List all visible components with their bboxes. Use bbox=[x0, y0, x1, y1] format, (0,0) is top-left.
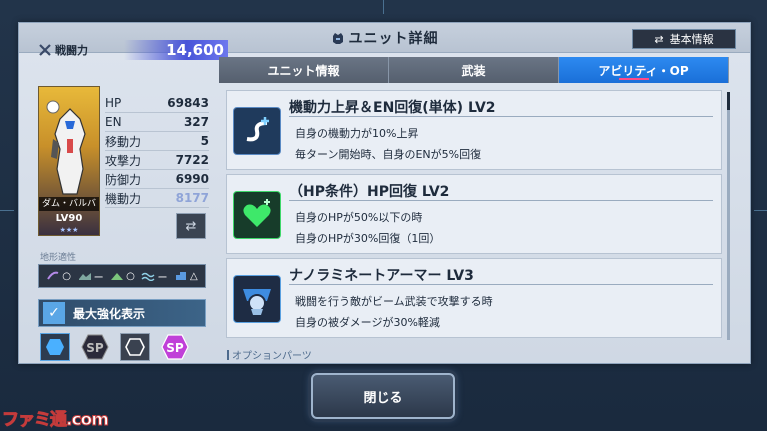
sp-badge-purple-icon: SP bbox=[161, 334, 189, 360]
ability-item: （HP条件）HP回復 LV2 自身のHPが50%以下の時 自身のHPが30%回復… bbox=[226, 174, 722, 254]
unit-card[interactable]: ダム・バルバ LV90 ★★★ bbox=[38, 86, 100, 236]
decor-line bbox=[754, 210, 767, 211]
ability-item: ナノラミネートアーマー LV3 戦闘を行う敵がビーム武装で攻撃する時 自身の被ダ… bbox=[226, 258, 722, 338]
terrain-adaptability: ○ ー ○ ー △ bbox=[38, 264, 206, 288]
scrollbar-thumb[interactable] bbox=[727, 92, 730, 110]
stat-row: EN 327 bbox=[105, 113, 209, 132]
unit-name: ダム・バルバ bbox=[39, 197, 99, 211]
air-icon bbox=[78, 273, 91, 280]
ability-icon-box bbox=[233, 107, 281, 155]
hexagon-filter-button[interactable] bbox=[40, 333, 70, 361]
combat-power-label: 戦闘力 bbox=[38, 42, 88, 58]
nanolaminate-armor-icon bbox=[243, 289, 271, 315]
ability-description: 戦闘を行う敵がビーム武装で攻撃する時 bbox=[295, 295, 493, 308]
bottom-icon-row: SP SP bbox=[40, 333, 190, 361]
sea-icon bbox=[141, 272, 155, 281]
crossed-swords-icon bbox=[39, 44, 51, 56]
stat-row: 攻撃力 7722 bbox=[105, 151, 209, 170]
max-enhance-toggle[interactable]: ✓ 最大強化表示 bbox=[38, 299, 206, 327]
switch-icon: ⇄ bbox=[654, 32, 664, 46]
decor-line bbox=[0, 210, 14, 211]
section-marker bbox=[227, 349, 229, 360]
combat-power-row: 戦闘力 14,600 bbox=[38, 40, 228, 60]
close-button[interactable]: 閉じる bbox=[311, 373, 455, 419]
tab-weapons[interactable]: 武装 bbox=[389, 57, 559, 83]
terrain-ground: ○ bbox=[110, 271, 135, 282]
switch-unit-button[interactable]: ⇄ bbox=[176, 213, 206, 239]
sp-dark-button[interactable]: SP bbox=[80, 333, 110, 361]
ability-description: 自身の被ダメージが30%軽減 bbox=[295, 316, 440, 329]
terrain-label: 地形適性 bbox=[40, 253, 77, 263]
unit-level: LV90 bbox=[55, 213, 83, 224]
ability-title: 機動力上昇＆EN回復(単体) LV2 bbox=[289, 100, 496, 116]
watermark-logo: ファミ通.com bbox=[2, 410, 110, 431]
svg-text:SP: SP bbox=[86, 341, 104, 355]
divider bbox=[289, 284, 713, 285]
sp-purple-button[interactable]: SP bbox=[160, 333, 190, 361]
ground-icon bbox=[111, 273, 124, 280]
tab-unit-info[interactable]: ユニット情報 bbox=[219, 57, 389, 83]
stat-row: 機動力 8177 bbox=[105, 189, 209, 208]
hexagon-filled-icon bbox=[46, 339, 64, 355]
combat-power-value: 14,600 bbox=[166, 41, 224, 59]
heart-heal-icon bbox=[243, 199, 271, 227]
shuffle-icon: ⇄ bbox=[185, 218, 197, 234]
unit-portrait bbox=[46, 100, 86, 195]
mobility-up-icon bbox=[246, 117, 269, 142]
option-parts-section-label: オプションパーツ bbox=[227, 347, 312, 362]
ability-icon-box bbox=[233, 191, 281, 239]
decor-line bbox=[383, 0, 384, 14]
stat-row: 防御力 6990 bbox=[105, 170, 209, 189]
hexagon-outline-button[interactable] bbox=[120, 333, 150, 361]
ability-description: 自身の機動力が10%上昇 bbox=[295, 127, 419, 140]
divider bbox=[289, 200, 713, 201]
stat-row: 移動力 5 bbox=[105, 132, 209, 151]
hexagon-outline-icon bbox=[125, 338, 145, 356]
combat-power-bar: 14,600 bbox=[124, 40, 228, 60]
detail-tabs: ユニット情報 武装 アビリティ・OP bbox=[219, 57, 729, 83]
ability-description: 自身のHPが30%回復（1回） bbox=[295, 232, 441, 245]
checkbox-checked: ✓ bbox=[43, 302, 65, 324]
unit-rarity-stars: ★★★ bbox=[59, 226, 79, 234]
ability-item: 機動力上昇＆EN回復(単体) LV2 自身の機動力が10%上昇 毎ターン開始時、… bbox=[226, 90, 722, 170]
terrain-sea: ー bbox=[141, 269, 167, 284]
basic-info-button[interactable]: ⇄ 基本情報 bbox=[632, 29, 736, 49]
space-icon bbox=[47, 271, 59, 280]
ability-icon-box bbox=[233, 275, 281, 323]
stat-table: HP 69843 EN 327 移動力 5 攻撃力 7722 防御力 6990 機動力 81… bbox=[105, 94, 209, 208]
svg-text:SP: SP bbox=[166, 341, 184, 355]
ability-list: 機動力上昇＆EN回復(単体) LV2 自身の機動力が10%上昇 毎ターン開始時、… bbox=[226, 90, 722, 346]
check-icon: ✓ bbox=[48, 305, 60, 321]
ability-description: 毎ターン開始時、自身のENが5%回復 bbox=[295, 148, 482, 161]
terrain-underwater: △ bbox=[174, 271, 198, 282]
ability-title: ナノラミネートアーマー LV3 bbox=[289, 268, 474, 284]
unit-head-icon bbox=[332, 33, 343, 44]
tab-abilities-op[interactable]: アビリティ・OP bbox=[559, 57, 729, 83]
ability-title: （HP条件）HP回復 LV2 bbox=[289, 184, 450, 200]
terrain-air: ー bbox=[78, 269, 104, 284]
stat-row: HP 69843 bbox=[105, 94, 209, 113]
divider bbox=[289, 116, 713, 117]
ability-scrollbar[interactable] bbox=[727, 92, 730, 340]
terrain-space: ○ bbox=[46, 271, 71, 282]
ability-description: 自身のHPが50%以下の時 bbox=[295, 211, 423, 224]
underwater-icon bbox=[176, 272, 186, 280]
sp-badge-dark-icon: SP bbox=[81, 334, 109, 360]
